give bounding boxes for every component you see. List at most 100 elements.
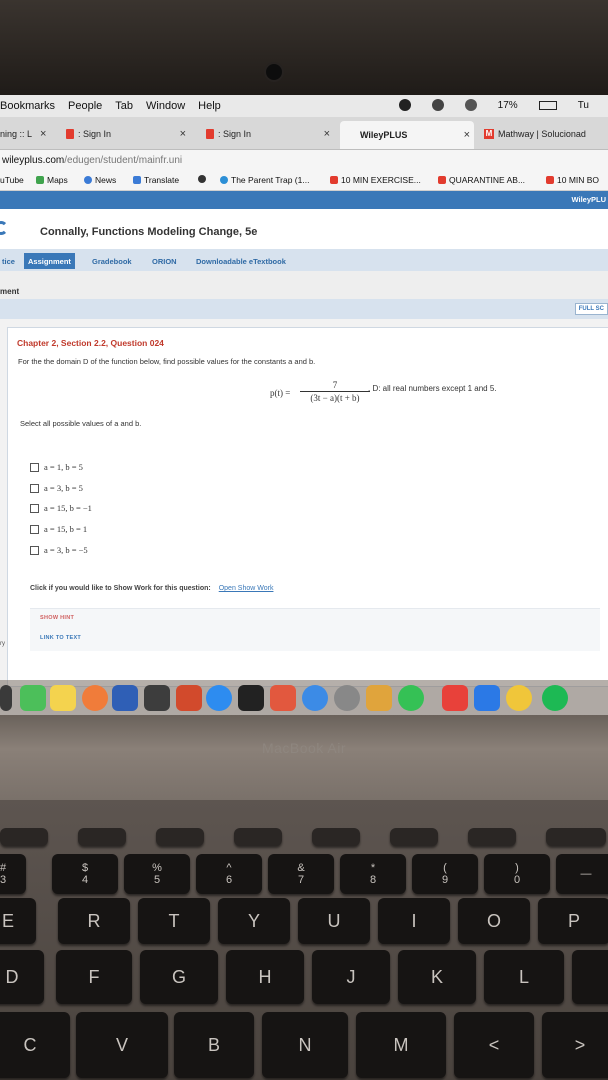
- pages-icon[interactable]: [366, 685, 392, 711]
- key-period[interactable]: >: [542, 1012, 608, 1078]
- volume-icon[interactable]: [464, 99, 477, 111]
- key-c[interactable]: C: [0, 1012, 70, 1078]
- tab-learning[interactable]: ning :: L ×: [0, 123, 46, 145]
- tab-gradebook[interactable]: Gradebook: [88, 253, 136, 269]
- checkbox[interactable]: [30, 524, 39, 534]
- key-g[interactable]: G: [140, 950, 218, 1004]
- safari-icon[interactable]: [302, 685, 328, 711]
- zoom-icon[interactable]: [474, 685, 500, 711]
- calendar-icon[interactable]: [144, 685, 170, 711]
- option-5[interactable]: a = 3, b = −5: [30, 545, 88, 555]
- tab-practice[interactable]: tice: [0, 253, 19, 269]
- close-icon[interactable]: ×: [464, 129, 470, 141]
- fullscreen-button[interactable]: FULL SC: [574, 303, 608, 315]
- close-icon[interactable]: ×: [40, 128, 46, 140]
- option-4[interactable]: a = 15, b = 1: [30, 524, 87, 534]
- key-l[interactable]: L: [484, 950, 564, 1004]
- powerpoint-icon[interactable]: [176, 685, 202, 711]
- key-6[interactable]: ^ 6: [196, 854, 262, 894]
- key-t[interactable]: T: [138, 898, 210, 944]
- address-bar[interactable]: wileyplus.com/edugen/student/mainfr.uni: [0, 150, 608, 170]
- tab-wileyplus[interactable]: WileyPLUS ×: [340, 121, 474, 149]
- key-4[interactable]: $4: [52, 854, 118, 894]
- bookmark-blank[interactable]: [198, 175, 209, 183]
- key-i[interactable]: I: [378, 898, 450, 944]
- key-o[interactable]: O: [458, 898, 530, 944]
- bookmark-parent-trap[interactable]: The Parent Trap (1...: [220, 175, 309, 185]
- key-0[interactable]: ) 0: [484, 854, 550, 894]
- app-icon[interactable]: [442, 685, 468, 711]
- tab-sign-in-2[interactable]: : Sign In ×: [206, 123, 330, 145]
- tab-etextbook[interactable]: Downloadable eTextbook: [192, 253, 290, 269]
- key-comma[interactable]: <: [454, 1012, 534, 1078]
- key-j[interactable]: J: [312, 950, 390, 1004]
- close-icon[interactable]: ×: [180, 128, 186, 140]
- checkbox[interactable]: [30, 483, 39, 493]
- bookmark-10min[interactable]: 10 MIN BO: [546, 175, 599, 185]
- bookmark-quarantine[interactable]: QUARANTINE AB...: [438, 175, 525, 185]
- notes-icon[interactable]: [50, 685, 76, 711]
- open-show-work-link[interactable]: Open Show Work: [219, 585, 274, 592]
- bookmark-exercise[interactable]: 10 MIN EXERCISE...: [330, 175, 421, 185]
- key-7[interactable]: & 7: [268, 854, 334, 894]
- tab-orion[interactable]: ORION: [148, 253, 181, 269]
- apple-tv-icon[interactable]: [238, 685, 264, 711]
- spotify-icon[interactable]: [542, 685, 568, 711]
- key-b[interactable]: B: [174, 1012, 254, 1078]
- key-f[interactable]: F: [56, 950, 132, 1004]
- key-y[interactable]: Y: [218, 898, 290, 944]
- tab-assignment[interactable]: Assignment: [24, 253, 75, 269]
- key-d[interactable]: D: [0, 950, 44, 1004]
- key-5[interactable]: % 5: [124, 854, 190, 894]
- key-m[interactable]: M: [356, 1012, 446, 1078]
- menu-help[interactable]: Help: [198, 100, 221, 112]
- fn-key[interactable]: [312, 828, 360, 846]
- option-3[interactable]: a = 15, b = −1: [30, 503, 92, 513]
- fn-key[interactable]: [156, 828, 204, 846]
- menu-bookmarks[interactable]: Bookmarks: [0, 100, 55, 112]
- key-e[interactable]: E: [0, 898, 36, 944]
- battery-icon[interactable]: [538, 100, 557, 110]
- key-semicolon[interactable]: [572, 950, 608, 1004]
- show-hint-button[interactable]: SHOW HINT: [40, 615, 74, 621]
- key-8[interactable]: * 8: [340, 854, 406, 894]
- word-icon[interactable]: [112, 685, 138, 711]
- key-u[interactable]: U: [298, 898, 370, 944]
- key-3[interactable]: #3: [0, 854, 26, 894]
- fn-key[interactable]: [0, 828, 48, 846]
- checkbox[interactable]: [30, 503, 39, 513]
- menu-people[interactable]: People: [68, 100, 102, 112]
- fn-key[interactable]: [546, 828, 606, 846]
- whatsapp-icon[interactable]: [398, 685, 424, 711]
- key-k[interactable]: K: [398, 950, 476, 1004]
- settings-icon[interactable]: [334, 685, 360, 711]
- bookmark-youtube[interactable]: uTube: [0, 175, 24, 185]
- app-store-icon[interactable]: [206, 685, 232, 711]
- tab-mathway[interactable]: M Mathway | Solucionad: [484, 123, 586, 145]
- key-p[interactable]: P: [538, 898, 608, 944]
- menu-window[interactable]: Window: [146, 100, 185, 112]
- bookmark-translate[interactable]: Translate: [133, 175, 179, 185]
- option-2[interactable]: a = 3, b = 5: [30, 483, 83, 493]
- checkbox[interactable]: [30, 545, 39, 555]
- key-9[interactable]: (9: [412, 854, 478, 894]
- acrobat-icon[interactable]: [270, 685, 296, 711]
- tab-sign-in-1[interactable]: : Sign In ×: [66, 123, 186, 145]
- option-1[interactable]: a = 1, b = 5: [30, 462, 83, 472]
- fn-key[interactable]: [390, 828, 438, 846]
- fn-key[interactable]: [234, 828, 282, 846]
- clock[interactable]: Tu: [578, 100, 589, 111]
- fn-key[interactable]: [468, 828, 516, 846]
- key-r[interactable]: R: [58, 898, 130, 944]
- chrome-icon[interactable]: [506, 685, 532, 711]
- wifi-icon[interactable]: [431, 99, 444, 111]
- checkbox[interactable]: [30, 462, 39, 472]
- menu-tab[interactable]: Tab: [115, 100, 133, 112]
- close-icon[interactable]: ×: [324, 128, 330, 140]
- bookmark-maps[interactable]: Maps: [36, 175, 68, 185]
- key-minus[interactable]: —: [556, 854, 608, 894]
- bookmark-news[interactable]: News: [84, 175, 116, 185]
- fn-key[interactable]: [78, 828, 126, 846]
- facetime-icon[interactable]: [20, 685, 46, 711]
- photos-icon[interactable]: [82, 685, 108, 711]
